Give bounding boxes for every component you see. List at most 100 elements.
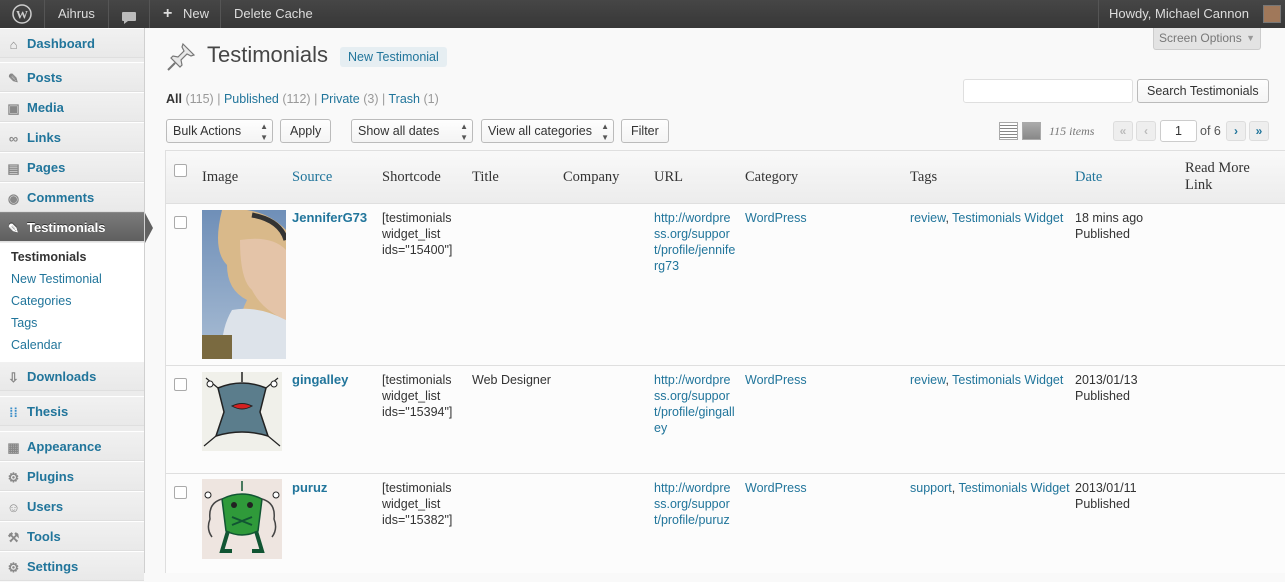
submenu-new-testimonial[interactable]: New Testimonial — [11, 272, 102, 286]
menu-comments[interactable]: ◉ Comments — [0, 182, 144, 212]
submenu-tags[interactable]: Tags — [11, 316, 37, 330]
menu-plugins[interactable]: ⚙ Plugins — [0, 461, 144, 491]
menu-tools[interactable]: ⚒ Tools — [0, 521, 144, 551]
filter-trash-link[interactable]: Trash — [388, 92, 420, 106]
table-header: Image Source Shortcode Title Company URL… — [166, 151, 1285, 204]
admin-bar: W Aihrus + New Delete Cache Howdy, Micha… — [0, 0, 1285, 28]
status-filter-links: All (115) | Published (112) | Private (3… — [166, 92, 439, 106]
shortcode-cell: [testimonials widget_list ids="15394"] — [382, 373, 453, 419]
source-link[interactable]: puruz — [292, 480, 327, 496]
menu-settings[interactable]: ⚙ Settings — [0, 551, 144, 581]
site-name-link[interactable]: Aihrus — [58, 0, 95, 28]
tag-link[interactable]: review — [910, 211, 945, 225]
pushpin-icon — [165, 41, 197, 73]
wordpress-logo-icon[interactable]: W — [0, 0, 44, 28]
updown-arrows-icon: ▲ ▼ — [601, 122, 609, 142]
category-link[interactable]: WordPress — [745, 480, 807, 496]
triangle-down-icon: ▼ — [1246, 33, 1255, 43]
tag-link[interactable]: review — [910, 373, 945, 387]
avatar[interactable] — [1263, 5, 1281, 23]
url-link[interactable]: http://wordpress.org/support/profile/jen… — [654, 210, 736, 274]
menu-links[interactable]: ∞ Links — [0, 122, 144, 152]
url-link[interactable]: http://wordpress.org/support/profile/gin… — [654, 372, 736, 436]
column-date[interactable]: Date — [1075, 169, 1102, 186]
date-value: 2013/01/11 — [1075, 481, 1137, 495]
add-new-testimonial-button[interactable]: New Testimonial — [340, 47, 447, 67]
row-checkbox[interactable] — [174, 216, 187, 229]
column-company: Company — [563, 169, 620, 185]
bulk-actions-select[interactable]: Bulk Actions ▲ ▼ — [166, 119, 273, 143]
howdy-user-link[interactable]: Howdy, Michael Cannon — [1109, 0, 1249, 28]
category-link[interactable]: WordPress — [745, 210, 807, 226]
new-content-link[interactable]: New — [183, 0, 209, 28]
tag-link[interactable]: Testimonials Widget — [952, 373, 1063, 387]
last-page-button[interactable]: » — [1249, 121, 1269, 141]
column-title: Title — [472, 169, 499, 185]
filter-button[interactable]: Filter — [621, 119, 669, 143]
appearance-icon: ▦ — [7, 440, 20, 455]
testimonial-image[interactable] — [202, 210, 286, 359]
filter-separator: | — [217, 92, 221, 106]
comments-icon[interactable] — [121, 7, 137, 24]
search-testimonials-button[interactable]: Search Testimonials — [1137, 79, 1269, 103]
next-page-button[interactable]: › — [1226, 121, 1246, 141]
category-link[interactable]: WordPress — [745, 372, 807, 388]
first-page-button[interactable]: « — [1113, 121, 1133, 141]
apply-button[interactable]: Apply — [280, 119, 332, 143]
tag-link[interactable]: Testimonials Widget — [952, 211, 1063, 225]
delete-cache-link[interactable]: Delete Cache — [234, 0, 313, 28]
submenu-categories[interactable]: Categories — [11, 294, 71, 308]
menu-pages[interactable]: ▤ Pages — [0, 152, 144, 182]
menu-users[interactable]: ☺ Users — [0, 491, 144, 521]
page-title: Testimonials — [207, 42, 329, 67]
filter-separator: | — [314, 92, 318, 106]
menu-posts[interactable]: ✎ Posts — [0, 62, 144, 92]
url-link[interactable]: http://wordpress.org/support/profile/pur… — [654, 480, 736, 528]
row-checkbox[interactable] — [174, 486, 187, 499]
download-icon: ⇩ — [8, 370, 19, 385]
menu-thesis[interactable]: ⁞⁞ Thesis — [0, 396, 144, 426]
date-cell: 18 mins ago Published — [1075, 210, 1143, 242]
menu-downloads[interactable]: ⇩ Downloads — [0, 361, 144, 391]
source-link[interactable]: JenniferG73 — [292, 210, 367, 226]
table-row: puruz [testimonials widget_list ids="153… — [166, 474, 1285, 573]
excerpt-view-icon[interactable] — [1022, 122, 1041, 140]
filter-private-link[interactable]: Private — [321, 92, 360, 106]
tag-link[interactable]: Testimonials Widget — [958, 481, 1069, 495]
prev-page-button[interactable]: ‹ — [1136, 121, 1156, 141]
plus-icon[interactable]: + — [163, 0, 172, 28]
testimonial-image[interactable] — [202, 372, 286, 451]
testimonials-table: Image Source Shortcode Title Company URL… — [165, 150, 1285, 573]
row-checkbox[interactable] — [174, 378, 187, 391]
users-icon: ☺ — [6, 500, 21, 515]
column-read-more-link: Read More Link — [1185, 160, 1250, 193]
menu-appearance[interactable]: ▦ Appearance — [0, 431, 144, 461]
tag-link[interactable]: support — [910, 481, 952, 495]
testimonials-submenu: Testimonials New Testimonial Categories … — [0, 243, 144, 362]
menu-testimonials[interactable]: ✎ Testimonials — [0, 212, 153, 243]
screen-options-button[interactable]: Screen Options ▼ — [1153, 28, 1261, 50]
date-cell: 2013/01/13 Published — [1075, 372, 1138, 404]
filter-published-link[interactable]: Published — [224, 92, 279, 106]
tools-icon: ⚒ — [7, 530, 20, 545]
filter-all-link[interactable]: All — [166, 92, 182, 106]
search-input[interactable] — [963, 79, 1133, 103]
svg-text:W: W — [16, 8, 28, 22]
column-shortcode: Shortcode — [382, 169, 441, 185]
menu-media[interactable]: ▣ Media — [0, 92, 144, 122]
source-link[interactable]: gingalley — [292, 372, 348, 388]
current-page-input[interactable]: 1 — [1160, 120, 1197, 142]
submenu-calendar[interactable]: Calendar — [11, 338, 62, 352]
thesis-icon: ⁞⁞ — [9, 405, 18, 420]
menu-dashboard[interactable]: ⌂ Dashboard — [0, 28, 144, 58]
categories-select[interactable]: View all categories ▲ ▼ — [481, 119, 614, 143]
filter-separator: | — [381, 92, 386, 106]
select-all-checkbox[interactable] — [174, 164, 187, 177]
list-view-icon[interactable] — [999, 122, 1018, 140]
dates-select[interactable]: Show all dates ▲ ▼ — [351, 119, 473, 143]
testimonial-image[interactable] — [202, 479, 286, 559]
submenu-testimonials[interactable]: Testimonials — [11, 250, 86, 264]
post-status: Published — [1075, 497, 1130, 511]
column-url: URL — [654, 169, 683, 185]
column-source[interactable]: Source — [292, 169, 332, 186]
